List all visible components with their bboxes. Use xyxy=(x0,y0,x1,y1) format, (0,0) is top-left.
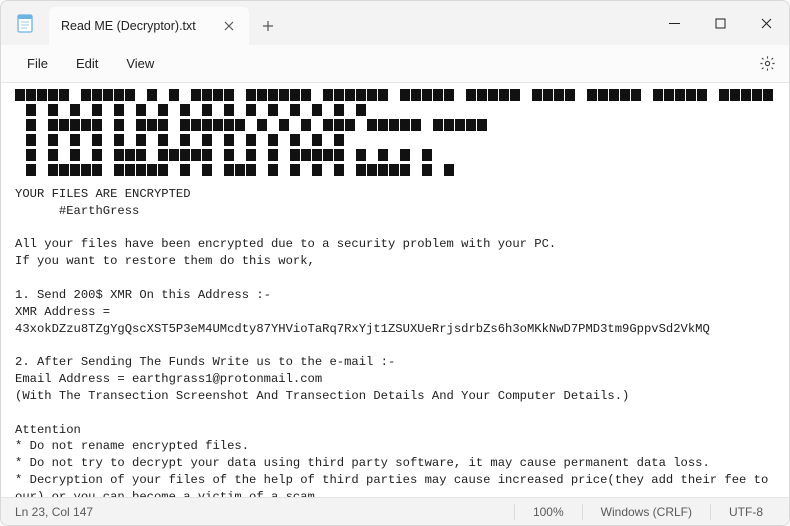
maximize-icon xyxy=(715,18,726,29)
titlebar: Read ME (Decryptor).txt xyxy=(1,1,789,45)
status-zoom[interactable]: 100% xyxy=(515,505,582,519)
tab-title: Read ME (Decryptor).txt xyxy=(61,19,207,33)
settings-button[interactable] xyxy=(751,48,783,80)
menu-view[interactable]: View xyxy=(112,50,168,77)
status-cursor-pos: Ln 23, Col 147 xyxy=(9,505,111,519)
menu-edit[interactable]: Edit xyxy=(62,50,112,77)
app-icon xyxy=(1,1,49,45)
status-encoding: UTF-8 xyxy=(711,505,781,519)
document-text[interactable]: YOUR FILES ARE ENCRYPTED #EarthGress All… xyxy=(15,186,779,497)
minimize-button[interactable] xyxy=(651,1,697,45)
menu-file[interactable]: File xyxy=(13,50,62,77)
tab-close-button[interactable] xyxy=(217,14,241,38)
editor-area[interactable]: YOUR FILES ARE ENCRYPTED #EarthGress All… xyxy=(1,83,789,497)
new-tab-button[interactable] xyxy=(249,7,287,45)
minimize-icon xyxy=(669,18,680,29)
maximize-button[interactable] xyxy=(697,1,743,45)
plus-icon xyxy=(262,20,274,32)
titlebar-drag-region[interactable] xyxy=(287,1,651,45)
tab-active[interactable]: Read ME (Decryptor).txt xyxy=(49,7,249,45)
gear-icon xyxy=(759,55,776,72)
statusbar: Ln 23, Col 147 100% Windows (CRLF) UTF-8 xyxy=(1,497,789,525)
close-button[interactable] xyxy=(743,1,789,45)
close-icon xyxy=(224,21,234,31)
status-line-ending: Windows (CRLF) xyxy=(583,505,710,519)
close-icon xyxy=(761,18,772,29)
notepad-icon xyxy=(16,13,34,33)
menubar: File Edit View xyxy=(1,45,789,83)
ascii-art-blocks xyxy=(15,89,779,176)
notepad-window: Read ME (Decryptor).txt File Edit View xyxy=(0,0,790,526)
